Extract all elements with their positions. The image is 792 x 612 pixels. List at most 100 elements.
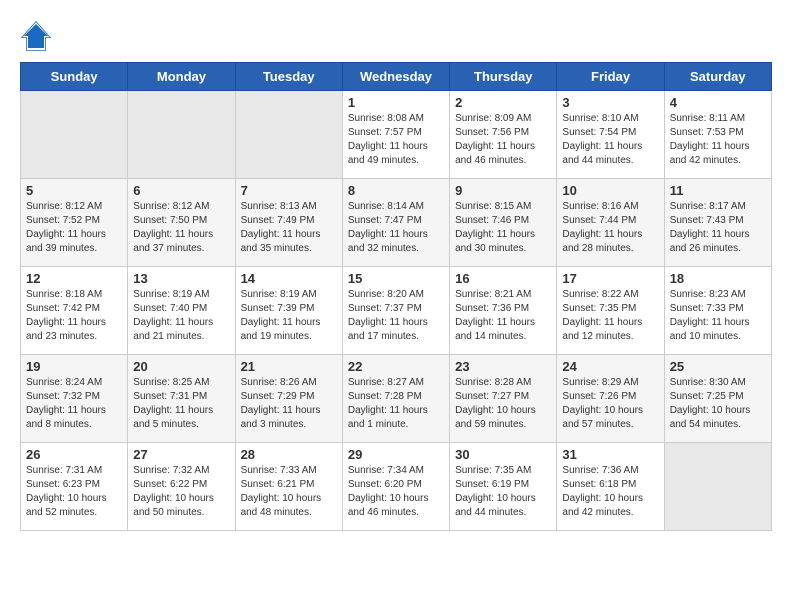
cell-details: Sunrise: 7:36 AMSunset: 6:18 PMDaylight:… (562, 465, 643, 518)
day-number: 14 (241, 271, 337, 286)
weekday-header-friday: Friday (557, 63, 664, 91)
cell-details: Sunrise: 8:28 AMSunset: 7:27 PMDaylight:… (455, 377, 536, 430)
calendar-cell: 29 Sunrise: 7:34 AMSunset: 6:20 PMDaylig… (342, 443, 449, 531)
day-number: 23 (455, 359, 551, 374)
cell-details: Sunrise: 8:19 AMSunset: 7:39 PMDaylight:… (241, 289, 321, 342)
page-header (20, 20, 772, 52)
calendar-cell: 14 Sunrise: 8:19 AMSunset: 7:39 PMDaylig… (235, 267, 342, 355)
weekday-header-monday: Monday (128, 63, 235, 91)
day-number: 13 (133, 271, 229, 286)
calendar-week-row: 26 Sunrise: 7:31 AMSunset: 6:23 PMDaylig… (21, 443, 772, 531)
cell-details: Sunrise: 8:21 AMSunset: 7:36 PMDaylight:… (455, 289, 535, 342)
day-number: 18 (670, 271, 766, 286)
cell-details: Sunrise: 8:15 AMSunset: 7:46 PMDaylight:… (455, 201, 535, 254)
day-number: 10 (562, 183, 658, 198)
calendar-cell: 7 Sunrise: 8:13 AMSunset: 7:49 PMDayligh… (235, 179, 342, 267)
calendar-cell: 20 Sunrise: 8:25 AMSunset: 7:31 PMDaylig… (128, 355, 235, 443)
cell-details: Sunrise: 8:08 AMSunset: 7:57 PMDaylight:… (348, 113, 428, 166)
weekday-header-saturday: Saturday (664, 63, 771, 91)
cell-details: Sunrise: 7:34 AMSunset: 6:20 PMDaylight:… (348, 465, 429, 518)
cell-details: Sunrise: 7:32 AMSunset: 6:22 PMDaylight:… (133, 465, 214, 518)
calendar-cell: 31 Sunrise: 7:36 AMSunset: 6:18 PMDaylig… (557, 443, 664, 531)
day-number: 19 (26, 359, 122, 374)
cell-details: Sunrise: 8:29 AMSunset: 7:26 PMDaylight:… (562, 377, 643, 430)
day-number: 16 (455, 271, 551, 286)
calendar-week-row: 5 Sunrise: 8:12 AMSunset: 7:52 PMDayligh… (21, 179, 772, 267)
cell-details: Sunrise: 8:27 AMSunset: 7:28 PMDaylight:… (348, 377, 428, 430)
cell-details: Sunrise: 8:18 AMSunset: 7:42 PMDaylight:… (26, 289, 106, 342)
calendar-cell (21, 91, 128, 179)
calendar-cell: 17 Sunrise: 8:22 AMSunset: 7:35 PMDaylig… (557, 267, 664, 355)
day-number: 9 (455, 183, 551, 198)
calendar-week-row: 1 Sunrise: 8:08 AMSunset: 7:57 PMDayligh… (21, 91, 772, 179)
weekday-header-sunday: Sunday (21, 63, 128, 91)
calendar-cell: 11 Sunrise: 8:17 AMSunset: 7:43 PMDaylig… (664, 179, 771, 267)
calendar-cell: 12 Sunrise: 8:18 AMSunset: 7:42 PMDaylig… (21, 267, 128, 355)
day-number: 5 (26, 183, 122, 198)
day-number: 21 (241, 359, 337, 374)
calendar-cell: 27 Sunrise: 7:32 AMSunset: 6:22 PMDaylig… (128, 443, 235, 531)
day-number: 31 (562, 447, 658, 462)
weekday-header-tuesday: Tuesday (235, 63, 342, 91)
cell-details: Sunrise: 8:22 AMSunset: 7:35 PMDaylight:… (562, 289, 642, 342)
cell-details: Sunrise: 7:31 AMSunset: 6:23 PMDaylight:… (26, 465, 107, 518)
day-number: 15 (348, 271, 444, 286)
calendar-cell: 25 Sunrise: 8:30 AMSunset: 7:25 PMDaylig… (664, 355, 771, 443)
calendar-cell: 15 Sunrise: 8:20 AMSunset: 7:37 PMDaylig… (342, 267, 449, 355)
day-number: 22 (348, 359, 444, 374)
day-number: 6 (133, 183, 229, 198)
day-number: 11 (670, 183, 766, 198)
calendar-cell: 28 Sunrise: 7:33 AMSunset: 6:21 PMDaylig… (235, 443, 342, 531)
cell-details: Sunrise: 8:16 AMSunset: 7:44 PMDaylight:… (562, 201, 642, 254)
weekday-header-thursday: Thursday (450, 63, 557, 91)
day-number: 30 (455, 447, 551, 462)
calendar-cell: 18 Sunrise: 8:23 AMSunset: 7:33 PMDaylig… (664, 267, 771, 355)
cell-details: Sunrise: 8:12 AMSunset: 7:52 PMDaylight:… (26, 201, 106, 254)
cell-details: Sunrise: 8:13 AMSunset: 7:49 PMDaylight:… (241, 201, 321, 254)
day-number: 26 (26, 447, 122, 462)
calendar-cell: 8 Sunrise: 8:14 AMSunset: 7:47 PMDayligh… (342, 179, 449, 267)
weekday-header-wednesday: Wednesday (342, 63, 449, 91)
day-number: 17 (562, 271, 658, 286)
calendar-cell: 26 Sunrise: 7:31 AMSunset: 6:23 PMDaylig… (21, 443, 128, 531)
calendar-cell: 23 Sunrise: 8:28 AMSunset: 7:27 PMDaylig… (450, 355, 557, 443)
calendar-cell: 10 Sunrise: 8:16 AMSunset: 7:44 PMDaylig… (557, 179, 664, 267)
calendar-cell: 21 Sunrise: 8:26 AMSunset: 7:29 PMDaylig… (235, 355, 342, 443)
day-number: 28 (241, 447, 337, 462)
day-number: 2 (455, 95, 551, 110)
calendar-week-row: 19 Sunrise: 8:24 AMSunset: 7:32 PMDaylig… (21, 355, 772, 443)
cell-details: Sunrise: 8:26 AMSunset: 7:29 PMDaylight:… (241, 377, 321, 430)
calendar-cell: 22 Sunrise: 8:27 AMSunset: 7:28 PMDaylig… (342, 355, 449, 443)
calendar-cell: 4 Sunrise: 8:11 AMSunset: 7:53 PMDayligh… (664, 91, 771, 179)
cell-details: Sunrise: 8:14 AMSunset: 7:47 PMDaylight:… (348, 201, 428, 254)
cell-details: Sunrise: 8:17 AMSunset: 7:43 PMDaylight:… (670, 201, 750, 254)
cell-details: Sunrise: 7:35 AMSunset: 6:19 PMDaylight:… (455, 465, 536, 518)
calendar-cell: 5 Sunrise: 8:12 AMSunset: 7:52 PMDayligh… (21, 179, 128, 267)
cell-details: Sunrise: 8:30 AMSunset: 7:25 PMDaylight:… (670, 377, 751, 430)
cell-details: Sunrise: 8:25 AMSunset: 7:31 PMDaylight:… (133, 377, 213, 430)
calendar-week-row: 12 Sunrise: 8:18 AMSunset: 7:42 PMDaylig… (21, 267, 772, 355)
calendar-cell: 3 Sunrise: 8:10 AMSunset: 7:54 PMDayligh… (557, 91, 664, 179)
day-number: 20 (133, 359, 229, 374)
cell-details: Sunrise: 8:24 AMSunset: 7:32 PMDaylight:… (26, 377, 106, 430)
day-number: 24 (562, 359, 658, 374)
calendar-cell: 24 Sunrise: 8:29 AMSunset: 7:26 PMDaylig… (557, 355, 664, 443)
day-number: 7 (241, 183, 337, 198)
cell-details: Sunrise: 8:19 AMSunset: 7:40 PMDaylight:… (133, 289, 213, 342)
cell-details: Sunrise: 8:12 AMSunset: 7:50 PMDaylight:… (133, 201, 213, 254)
calendar-cell: 9 Sunrise: 8:15 AMSunset: 7:46 PMDayligh… (450, 179, 557, 267)
calendar-cell: 2 Sunrise: 8:09 AMSunset: 7:56 PMDayligh… (450, 91, 557, 179)
cell-details: Sunrise: 8:10 AMSunset: 7:54 PMDaylight:… (562, 113, 642, 166)
cell-details: Sunrise: 7:33 AMSunset: 6:21 PMDaylight:… (241, 465, 322, 518)
cell-details: Sunrise: 8:09 AMSunset: 7:56 PMDaylight:… (455, 113, 535, 166)
day-number: 4 (670, 95, 766, 110)
day-number: 3 (562, 95, 658, 110)
calendar-cell: 6 Sunrise: 8:12 AMSunset: 7:50 PMDayligh… (128, 179, 235, 267)
calendar-header-row: SundayMondayTuesdayWednesdayThursdayFrid… (21, 63, 772, 91)
calendar-cell (235, 91, 342, 179)
calendar-cell (128, 91, 235, 179)
day-number: 1 (348, 95, 444, 110)
cell-details: Sunrise: 8:23 AMSunset: 7:33 PMDaylight:… (670, 289, 750, 342)
calendar-cell: 16 Sunrise: 8:21 AMSunset: 7:36 PMDaylig… (450, 267, 557, 355)
logo (20, 20, 56, 52)
